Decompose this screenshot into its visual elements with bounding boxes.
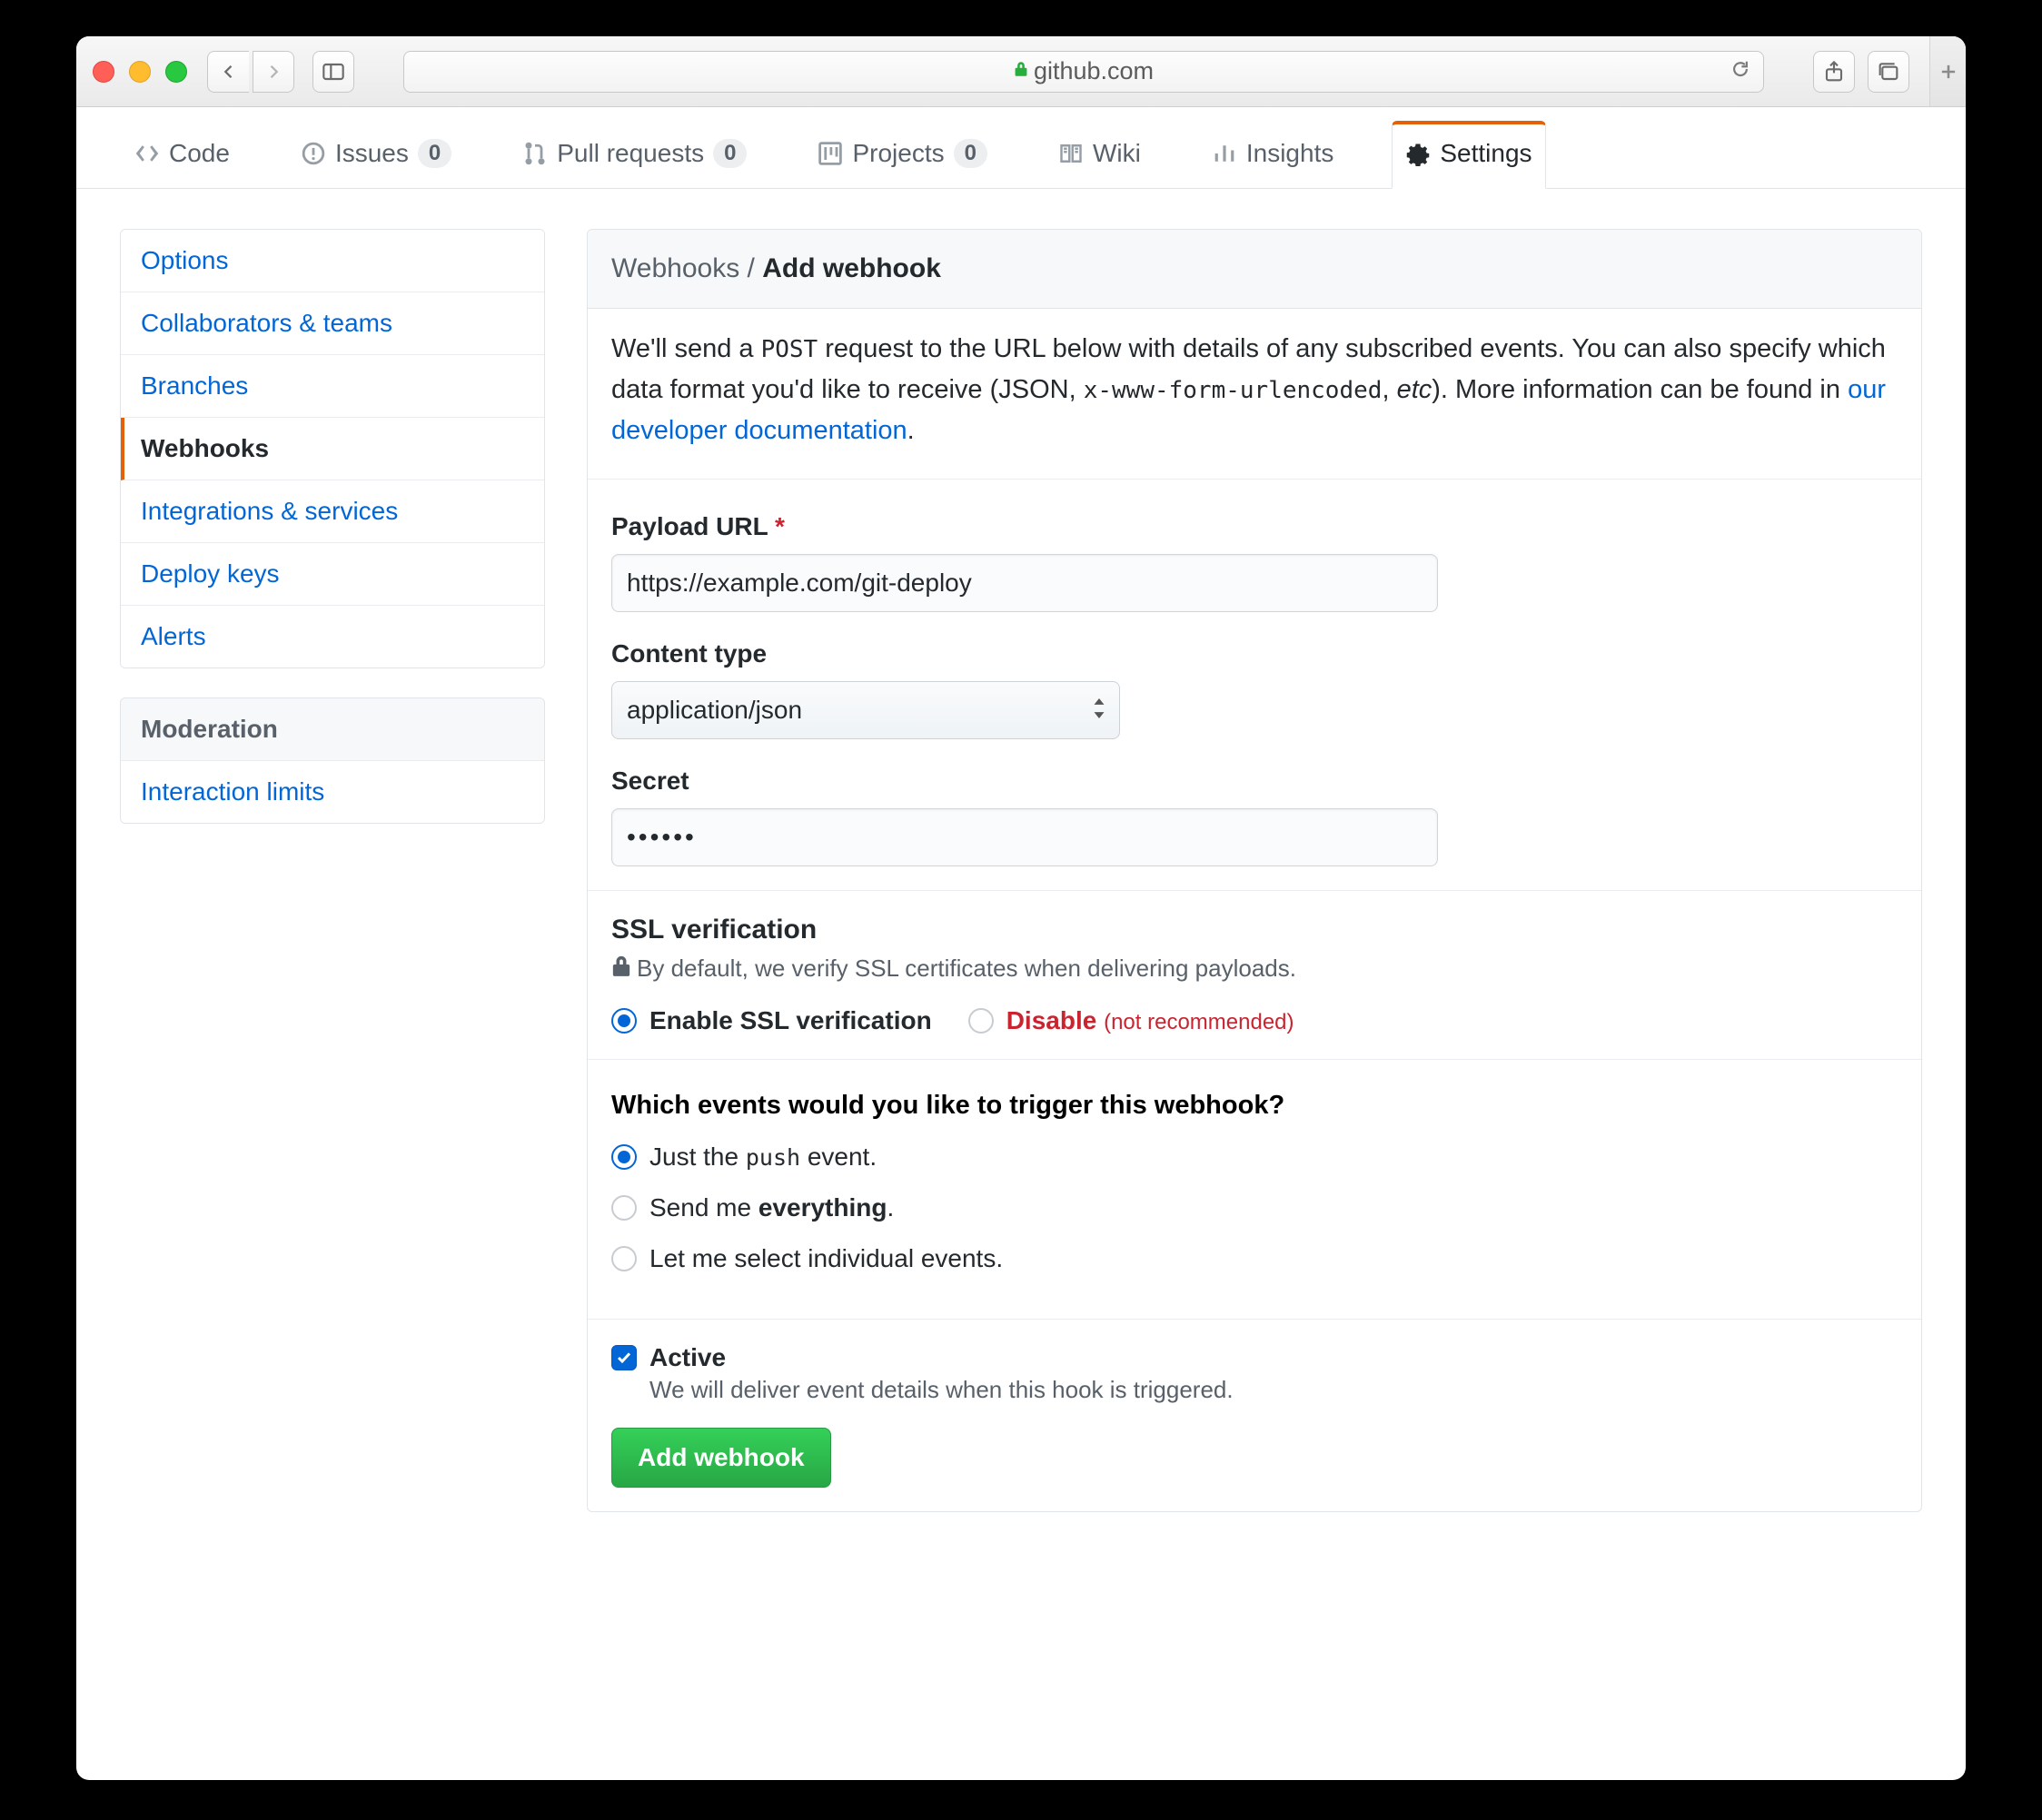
lock-icon	[1014, 61, 1028, 82]
tab-issues[interactable]: Issues 0	[288, 121, 464, 188]
content-type-select[interactable]: application/json	[611, 681, 1120, 739]
tab-settings-label: Settings	[1440, 139, 1532, 168]
tab-issues-count: 0	[418, 139, 451, 168]
issue-icon	[301, 141, 326, 166]
radio-icon	[968, 1008, 994, 1034]
tab-insights-label: Insights	[1246, 139, 1334, 168]
sidebar-item-alerts[interactable]: Alerts	[121, 606, 544, 668]
sidebar-item-deploy-keys[interactable]: Deploy keys	[121, 543, 544, 606]
payload-url-label: Payload URL *	[611, 512, 1898, 541]
tabs-button[interactable]	[1868, 51, 1909, 93]
content-type-label: Content type	[611, 639, 1898, 668]
radio-icon	[611, 1246, 637, 1271]
tab-projects[interactable]: Projects 0	[805, 121, 1000, 188]
tab-settings[interactable]: Settings	[1392, 121, 1545, 189]
code-icon	[134, 141, 160, 166]
tab-insights[interactable]: Insights	[1199, 121, 1347, 188]
radio-icon	[611, 1008, 637, 1034]
active-checkbox[interactable]: Active	[611, 1343, 1898, 1372]
pull-request-icon	[522, 141, 548, 166]
secret-input[interactable]	[611, 808, 1438, 866]
secret-label: Secret	[611, 767, 1898, 796]
window-minimize-button[interactable]	[129, 61, 151, 83]
gear-icon	[1405, 141, 1431, 166]
settings-sidebar: Options Collaborators & teams Branches W…	[120, 229, 545, 1726]
sidebar-item-options[interactable]: Options	[121, 230, 544, 292]
tab-pulls[interactable]: Pull requests 0	[510, 121, 759, 188]
lock-icon	[611, 955, 631, 974]
webhook-form-box: Webhooks / Add webhook We'll send a POST…	[587, 229, 1922, 1512]
event-everything-radio[interactable]: Send me everything.	[611, 1193, 1898, 1222]
sidebar-item-branches[interactable]: Branches	[121, 355, 544, 418]
event-individual-radio[interactable]: Let me select individual events.	[611, 1244, 1898, 1273]
intro-text: We'll send a POST request to the URL bel…	[588, 309, 1921, 479]
tab-pulls-label: Pull requests	[557, 139, 704, 168]
book-icon	[1058, 141, 1084, 166]
share-button[interactable]	[1813, 51, 1855, 93]
ssl-enable-radio[interactable]: Enable SSL verification	[611, 1006, 932, 1035]
tab-pulls-count: 0	[713, 139, 747, 168]
new-tab-button[interactable]	[1929, 36, 1966, 106]
sidebar-item-collaborators[interactable]: Collaborators & teams	[121, 292, 544, 355]
graph-icon	[1212, 141, 1237, 166]
sidebar-header-moderation: Moderation	[121, 698, 544, 761]
repo-tabnav: Code Issues 0 Pull requests 0 Projects 0…	[76, 107, 1966, 189]
tab-wiki-label: Wiki	[1093, 139, 1141, 168]
active-note: We will deliver event details when this …	[649, 1376, 1898, 1404]
content-type-value: application/json	[627, 696, 802, 725]
forward-button[interactable]	[253, 51, 294, 93]
sidebar-item-interaction-limits[interactable]: Interaction limits	[121, 761, 544, 823]
select-caret-icon	[1093, 698, 1105, 722]
breadcrumb-current: Add webhook	[762, 253, 941, 283]
events-question: Which events would you like to trigger t…	[611, 1091, 1898, 1121]
tab-code-label: Code	[169, 139, 230, 168]
radio-icon	[611, 1144, 637, 1170]
browser-window: github.com Code Issues	[76, 36, 1966, 1780]
ssl-heading: SSL verification	[611, 915, 1898, 945]
titlebar: github.com	[76, 36, 1966, 107]
breadcrumb: Webhooks / Add webhook	[588, 230, 1921, 309]
address-domain: github.com	[1034, 57, 1154, 85]
address-bar[interactable]: github.com	[403, 51, 1764, 93]
tab-code[interactable]: Code	[122, 121, 243, 188]
traffic-lights	[93, 61, 187, 83]
tab-issues-label: Issues	[335, 139, 409, 168]
window-fullscreen-button[interactable]	[165, 61, 187, 83]
sidebar-item-webhooks[interactable]: Webhooks	[121, 418, 544, 480]
tab-projects-count: 0	[954, 139, 987, 168]
sidebar-item-integrations[interactable]: Integrations & services	[121, 480, 544, 543]
window-close-button[interactable]	[93, 61, 114, 83]
breadcrumb-parent: Webhooks	[611, 253, 739, 283]
event-push-radio[interactable]: Just the push event.	[611, 1142, 1898, 1172]
radio-icon	[611, 1195, 637, 1221]
project-icon	[818, 141, 843, 166]
add-webhook-button[interactable]: Add webhook	[611, 1428, 831, 1488]
back-button[interactable]	[207, 51, 249, 93]
checkbox-icon	[611, 1345, 637, 1370]
ssl-note: By default, we verify SSL certificates w…	[611, 955, 1898, 983]
tab-wiki[interactable]: Wiki	[1046, 121, 1154, 188]
sidebar-toggle-button[interactable]	[312, 51, 354, 93]
tab-projects-label: Projects	[852, 139, 944, 168]
payload-url-input[interactable]	[611, 554, 1438, 612]
reload-icon[interactable]	[1730, 59, 1750, 84]
ssl-disable-radio[interactable]: Disable (not recommended)	[968, 1006, 1294, 1035]
